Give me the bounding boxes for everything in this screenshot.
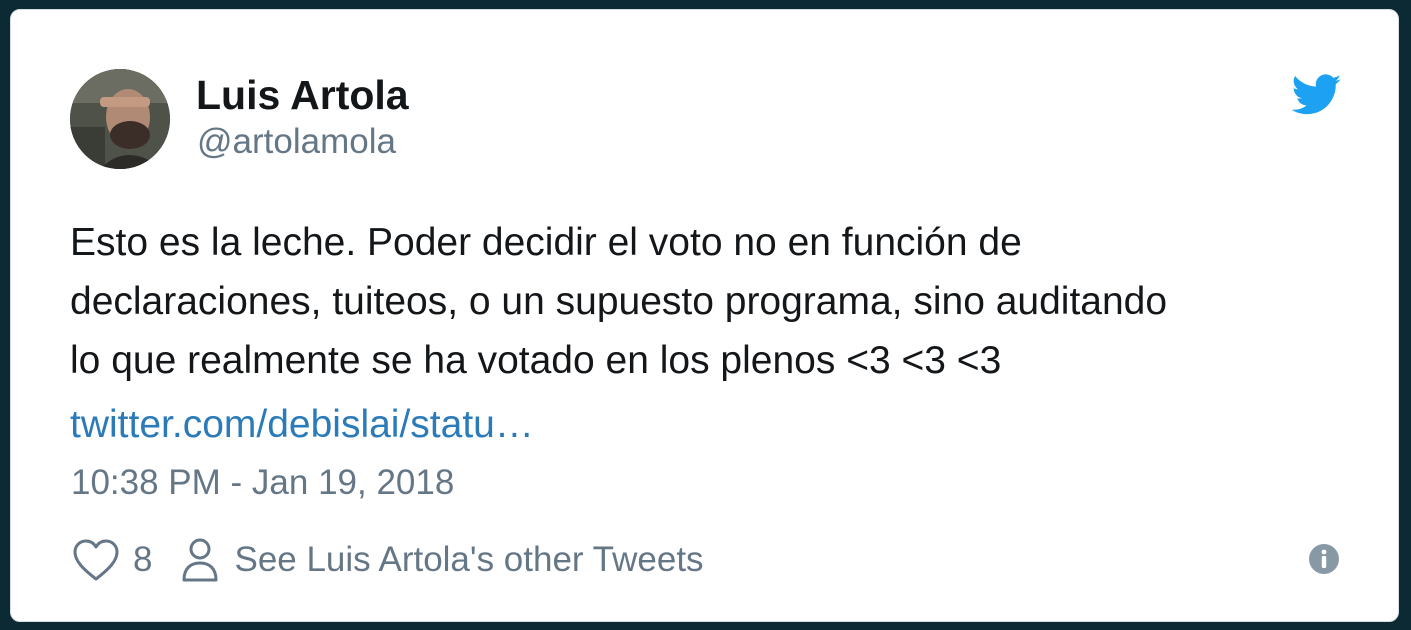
avatar-image [70,69,170,169]
author-handle[interactable]: @artolamola [197,120,396,164]
see-other-tweets-link[interactable]: See Luis Artola's other Tweets [180,537,704,583]
tweet-timestamp[interactable]: 10:38 PM - Jan 19, 2018 [71,460,454,506]
tweet-link[interactable]: twitter.com/debislai/statu… [70,395,534,454]
like-count: 8 [133,540,153,579]
twitter-bird-icon[interactable] [1292,74,1342,116]
like-button[interactable]: 8 [71,537,152,583]
see-other-tweets-label: See Luis Artola's other Tweets [234,540,704,579]
tweet-text: Esto es la leche. Poder decidir el voto … [70,213,1360,390]
avatar[interactable] [70,69,170,169]
heart-icon[interactable] [71,537,121,583]
author-name[interactable]: Luis Artola [196,70,409,120]
tweet-text-line: lo que realmente se ha votado en los ple… [70,339,1002,382]
tweet-text-line: Esto es la leche. Poder decidir el voto … [70,221,1022,264]
person-icon [182,538,218,582]
info-icon[interactable] [1308,543,1340,575]
tweet-footer: 8 See Luis Artola's other Tweets [71,534,704,586]
tweet-card: Luis Artola @artolamola Esto es la leche… [10,9,1399,622]
tweet-text-line: declaraciones, tuiteos, o un supuesto pr… [70,280,1168,323]
